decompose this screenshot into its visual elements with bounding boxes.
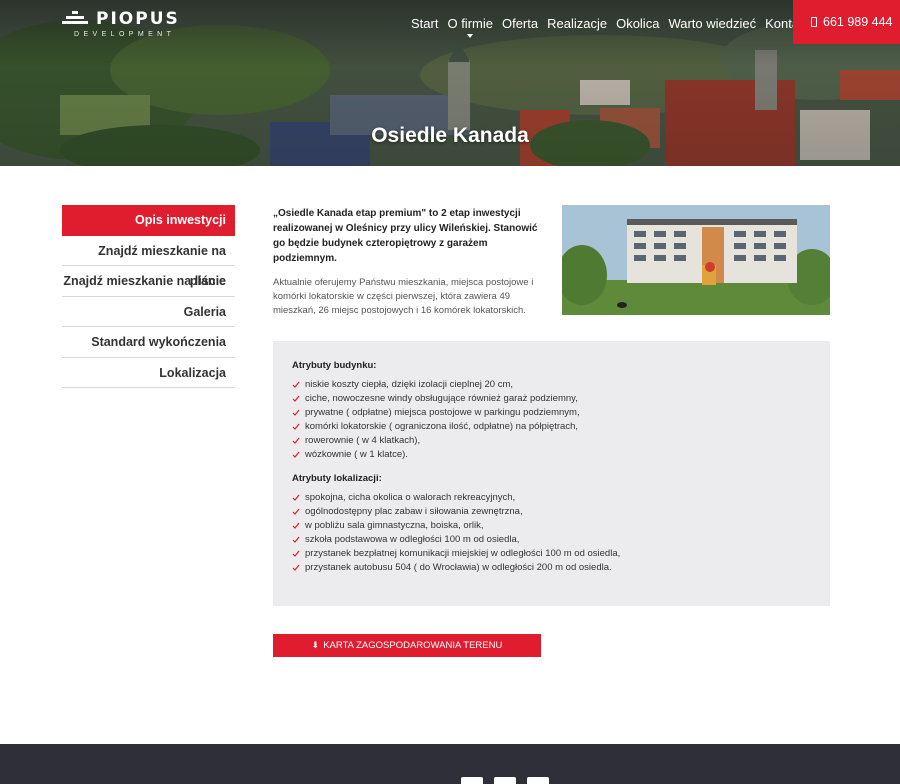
- list-item: wózkownie ( w 1 klatce).: [292, 448, 811, 462]
- download-icon: ⬇: [311, 640, 320, 650]
- logo-mark-icon: [62, 11, 88, 24]
- brand-subtitle: DEVELOPMENT: [74, 31, 176, 38]
- brand-name: PIOPUS: [96, 9, 180, 29]
- sidebar-item-galeria[interactable]: Galeria: [62, 297, 235, 327]
- check-icon: [292, 395, 300, 402]
- sidebar-item-standard[interactable]: Standard wykończenia: [62, 327, 235, 358]
- download-site-plan-button[interactable]: ⬇ KARTA ZAGOSPODAROWANIA TERENU: [273, 634, 541, 657]
- location-attributes-title: Atrybuty lokalizacji:: [292, 473, 382, 484]
- sidebar-item-opis-inwestycji[interactable]: Opis inwestycji: [62, 205, 235, 236]
- intro-body: Aktualnie oferujemy Państwu mieszkania, …: [273, 277, 534, 316]
- check-icon: [292, 522, 300, 529]
- list-item: prywatne ( odpłatne) miejsca postojowe w…: [292, 406, 811, 420]
- location-attributes-list: spokojna, cicha okolica o walorach rekre…: [292, 491, 811, 575]
- nav-item-o-firmie[interactable]: O firmie: [447, 16, 493, 38]
- phone-button[interactable]: 661 989 444: [793, 0, 900, 44]
- sidebar-menu: Opis inwestycji Znajdź mieszkanie na pla…: [62, 205, 235, 388]
- facebook-icon[interactable]: [461, 777, 483, 784]
- building-photo[interactable]: [562, 205, 830, 315]
- page-title: Osiedle Kanada: [371, 124, 529, 147]
- sidebar-item-mieszkanie-plan[interactable]: Znajdź mieszkanie na planie: [62, 236, 235, 288]
- intro-lead: „Osiedle Kanada etap premium" to 2 etap …: [273, 208, 538, 264]
- sidebar-item-lokalizacja[interactable]: Lokalizacja: [62, 358, 235, 388]
- main-nav: Start O firmie Oferta Realizacje Okolica…: [411, 16, 818, 38]
- list-item: szkoła podstawowa w odległości 100 m od …: [292, 533, 811, 547]
- sidebar-item-mieszkanie-lista[interactable]: Znajdź mieszkanie na liście: [62, 266, 235, 297]
- attributes-panel: Atrybuty budynku: niskie koszty ciepła, …: [273, 341, 830, 606]
- check-icon: [292, 451, 300, 458]
- check-icon: [292, 494, 300, 501]
- check-icon: [292, 409, 300, 416]
- check-icon: [292, 423, 300, 430]
- list-item: przystanek autobusu 504 ( do Wrocławia) …: [292, 561, 811, 575]
- building-render-image: [562, 205, 830, 315]
- list-item: rowerownie ( w 4 klatkach),: [292, 434, 811, 448]
- download-label: KARTA ZAGOSPODAROWANIA TERENU: [323, 640, 503, 651]
- list-item: komórki lokatorskie ( ograniczona ilość,…: [292, 420, 811, 434]
- list-item: przystanek bezpłatnej komunikacji miejsk…: [292, 547, 811, 561]
- hero-banner: PIOPUS DEVELOPMENT Start O firmie Oferta…: [0, 0, 900, 166]
- list-item: spokojna, cicha okolica o walorach rekre…: [292, 491, 811, 505]
- chevron-down-icon: [467, 34, 474, 38]
- phone-number: 661 989 444: [823, 15, 893, 29]
- check-icon: [292, 437, 300, 444]
- nav-item-label: O firmie: [447, 16, 493, 31]
- building-attributes-title: Atrybuty budynku:: [292, 360, 377, 371]
- check-icon: [292, 508, 300, 515]
- check-icon: [292, 564, 300, 571]
- check-icon: [292, 536, 300, 543]
- nav-item-oferta[interactable]: Oferta: [502, 16, 538, 31]
- nav-item-start[interactable]: Start: [411, 16, 438, 31]
- phone-icon: [811, 17, 817, 27]
- intro-text: „Osiedle Kanada etap premium" to 2 etap …: [273, 206, 538, 318]
- nav-item-warto-wiedziec[interactable]: Warto wiedzieć: [668, 16, 756, 31]
- list-item: ogólnodostępny plac zabaw i siłowania ze…: [292, 505, 811, 519]
- check-icon: [292, 550, 300, 557]
- nav-item-okolica[interactable]: Okolica: [616, 16, 659, 31]
- building-attributes-list: niskie koszty ciepła, dzięki izolacji ci…: [292, 378, 811, 462]
- brand-logo[interactable]: PIOPUS DEVELOPMENT: [62, 9, 192, 40]
- list-item: w pobliżu sala gimnastyczna, boiska, orl…: [292, 519, 811, 533]
- youtube-icon[interactable]: [494, 777, 516, 784]
- list-item: niskie koszty ciepła, dzięki izolacji ci…: [292, 378, 811, 392]
- instagram-icon[interactable]: [527, 777, 549, 784]
- check-icon: [292, 381, 300, 388]
- footer: [0, 744, 900, 784]
- nav-item-realizacje[interactable]: Realizacje: [547, 16, 607, 31]
- list-item: ciche, nowoczesne windy obsługujące równ…: [292, 392, 811, 406]
